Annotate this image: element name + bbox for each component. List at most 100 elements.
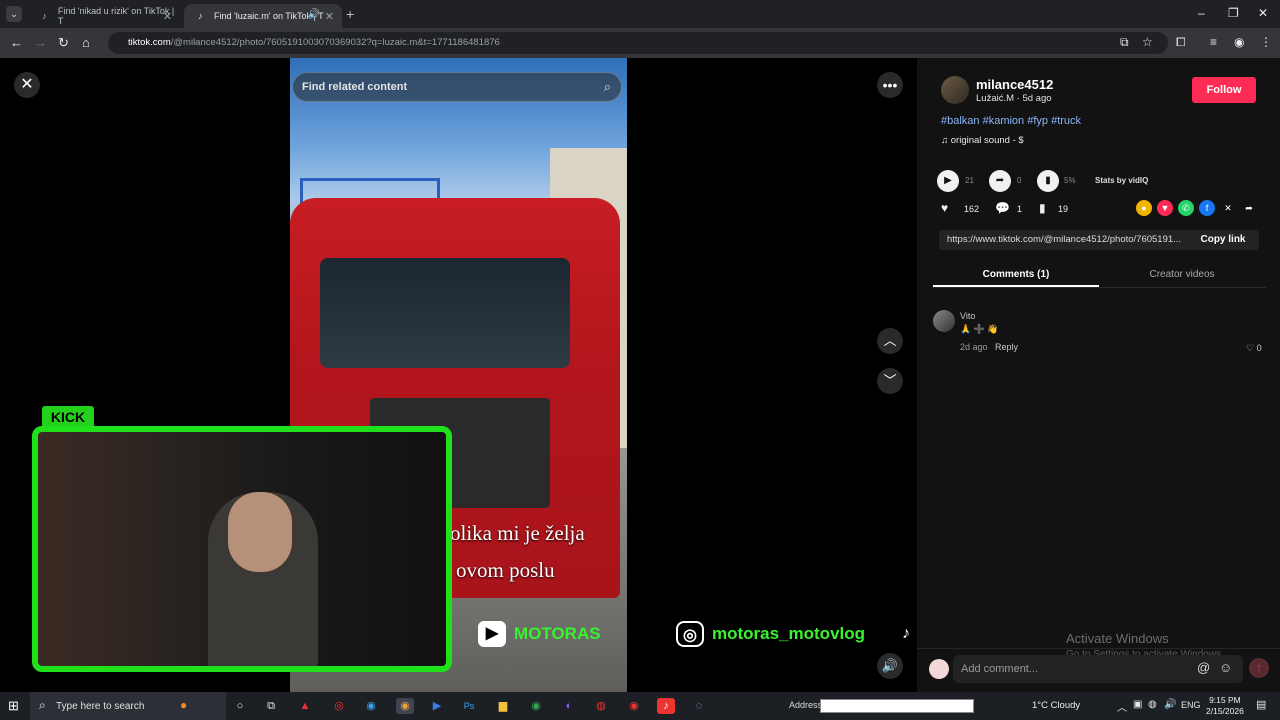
speaker-icon[interactable]: 🔊 — [308, 9, 320, 20]
heart-outline-icon: ♡ — [1246, 343, 1255, 353]
volume-button[interactable]: 🔊 — [877, 653, 903, 679]
app-icon[interactable]: ▲ — [296, 698, 314, 714]
tray-chevron-icon[interactable]: ︿ — [1117, 699, 1127, 714]
more-menu-icon[interactable]: ⋮ — [1260, 35, 1272, 49]
search-icon[interactable]: ⌕ — [604, 79, 611, 95]
system-clock[interactable]: 9:15 PM 2/15/2026 — [1206, 695, 1244, 717]
engagement-rate: 5% — [1064, 176, 1076, 185]
url-bar[interactable]: tiktok.com/@milance4512/photo/7605191003… — [108, 32, 1168, 54]
find-related-search[interactable]: ⌕ — [292, 72, 622, 102]
creator-username[interactable]: milance4512 — [976, 77, 1053, 92]
reply-button[interactable]: Reply — [995, 342, 1018, 352]
weather-widget[interactable]: 1°C Cloudy — [1032, 700, 1080, 711]
tiktok-app-icon[interactable]: ♪ — [657, 698, 675, 714]
photoshop-icon[interactable]: Ps — [460, 698, 478, 714]
language-indicator[interactable]: ENG — [1181, 700, 1201, 710]
comment-icon[interactable]: 💬 — [995, 201, 1010, 215]
steam-icon[interactable]: ◌ — [690, 698, 708, 714]
bookmark-star-icon[interactable]: ☆ — [1142, 35, 1153, 49]
plays-count: 21 — [965, 176, 974, 185]
tab-comments[interactable]: Comments (1) — [933, 263, 1099, 287]
follow-button[interactable]: Follow — [1192, 77, 1256, 103]
taskbar-search[interactable]: ⌕ ● — [30, 692, 226, 720]
reading-list-icon[interactable]: ≡ — [1210, 35, 1217, 49]
notifications-icon[interactable]: ▤ — [1256, 698, 1266, 711]
find-related-input[interactable] — [293, 73, 593, 101]
tab-search-button[interactable]: ⌄ — [6, 6, 22, 22]
mention-icon[interactable]: @ — [1197, 660, 1210, 675]
previous-post-button[interactable]: ︿ — [877, 328, 903, 354]
windows-taskbar: ⊞ ⌕ ● ○ ⧉ ▲ ◎ ◉ ◉ ▶ Ps ▆ ◉ ◐ ◍ ◉ ♪ ◌ Add… — [0, 692, 1280, 720]
shares-count: 0 — [1017, 176, 1022, 185]
recorder-icon[interactable]: ◍ — [592, 698, 610, 714]
share-icon[interactable]: ➦ — [989, 170, 1011, 192]
address-field[interactable] — [820, 699, 974, 713]
youtube-handle: MOTORAS — [514, 624, 601, 643]
tab-title: Find 'nikad u rizik' on TikTok | T — [57, 6, 175, 26]
extensions-icon[interactable]: ⧠ — [1176, 35, 1186, 50]
whatsapp-icon[interactable]: ✆ — [1178, 200, 1194, 216]
commenter-username[interactable]: Vito — [960, 311, 975, 321]
more-options-button[interactable]: ••• — [877, 72, 903, 98]
tray-app-icon[interactable]: ▣ — [1133, 699, 1142, 710]
instagram-handle: motoras_motovlog — [712, 624, 866, 643]
windows-start-icon[interactable]: ⊞ — [8, 698, 19, 714]
play-icon[interactable]: ▶ — [937, 170, 959, 192]
close-viewer-button[interactable]: ✕ — [14, 72, 40, 98]
browser-tab[interactable]: ♪ Find 'nikad u rizik' on TikTok | T ✕ — [28, 4, 180, 28]
tab-creator-videos[interactable]: Creator videos — [1099, 263, 1265, 287]
network-icon[interactable]: ◍ — [1148, 699, 1157, 710]
volume-tray-icon[interactable]: 🔊 — [1164, 699, 1176, 710]
photo-caption-line: olika mi je želja — [450, 521, 585, 545]
back-icon[interactable]: ← — [10, 35, 23, 50]
new-tab-button[interactable]: + — [346, 6, 354, 22]
discord-icon[interactable]: ◐ — [560, 698, 578, 714]
minimize-icon[interactable]: – — [1198, 6, 1205, 20]
coin-icon[interactable]: ● — [1136, 200, 1152, 216]
facebook-icon[interactable]: f — [1199, 200, 1215, 216]
home-icon[interactable]: ⌂ — [82, 35, 90, 50]
task-view-icon[interactable]: ⧉ — [262, 698, 280, 714]
stats-icon[interactable]: ▮ — [1037, 170, 1059, 192]
chrome-profile-icon[interactable]: ◉ — [527, 698, 545, 714]
address-label: Address — [789, 700, 823, 710]
share-arrow-icon[interactable]: ➦ — [1241, 200, 1257, 216]
bookmark-icon[interactable]: ▮ — [1039, 201, 1046, 215]
activate-windows-title: Activate Windows — [1066, 631, 1169, 646]
tiktok-share-icon[interactable]: ▼ — [1157, 200, 1173, 216]
restore-icon[interactable]: ❐ — [1228, 6, 1239, 20]
sound-title: original sound - $ — [950, 135, 1024, 146]
edge-icon[interactable]: ◉ — [362, 698, 380, 714]
copy-link-button[interactable]: Copy link — [1187, 230, 1259, 250]
comment-text: 🙏 ➕ 👋 — [960, 324, 999, 334]
post-comment-button[interactable]: ↑ — [1249, 658, 1269, 678]
cast-icon[interactable]: ⧉ — [1120, 35, 1129, 50]
photo-caption-line: ovom poslu — [456, 558, 555, 582]
opera-icon[interactable]: ◎ — [330, 698, 348, 714]
basketball-icon: ● — [180, 698, 188, 712]
heart-icon[interactable]: ♥ — [941, 201, 948, 215]
chrome-app-icon[interactable]: ◉ — [625, 698, 643, 714]
reload-icon[interactable]: ↻ — [58, 35, 69, 51]
file-explorer-icon[interactable]: ▆ — [494, 698, 512, 714]
comment-like[interactable]: ♡ 0 — [1246, 343, 1262, 354]
close-tab-icon[interactable]: ✕ — [325, 10, 334, 23]
close-tab-icon[interactable]: ✕ — [163, 10, 172, 23]
commenter-avatar[interactable] — [933, 310, 955, 332]
cortana-icon[interactable]: ○ — [231, 698, 249, 714]
profile-avatar[interactable]: ◉ — [1234, 35, 1244, 49]
vscode-icon[interactable]: ▶ — [428, 698, 446, 714]
sound-link[interactable]: ♫ original sound - $ — [941, 135, 1024, 146]
next-post-button[interactable]: ﹀ — [877, 368, 903, 394]
forward-icon[interactable]: → — [34, 35, 47, 50]
close-window-icon[interactable]: ✕ — [1258, 6, 1268, 20]
taskbar-search-input[interactable] — [56, 698, 196, 714]
creator-avatar[interactable] — [941, 76, 969, 104]
post-hashtags[interactable]: #balkan #kamion #fyp #truck — [941, 115, 1081, 127]
x-icon[interactable]: ✕ — [1220, 200, 1236, 216]
chrome-icon[interactable]: ◉ — [396, 698, 414, 714]
truck-windshield — [320, 258, 570, 368]
comments-count: 1 — [1017, 204, 1023, 214]
browser-tab-active[interactable]: ♪ Find 'luzaic.m' on TikTok | T 🔊 ✕ — [184, 4, 342, 28]
emoji-icon[interactable]: ☺ — [1219, 660, 1232, 675]
